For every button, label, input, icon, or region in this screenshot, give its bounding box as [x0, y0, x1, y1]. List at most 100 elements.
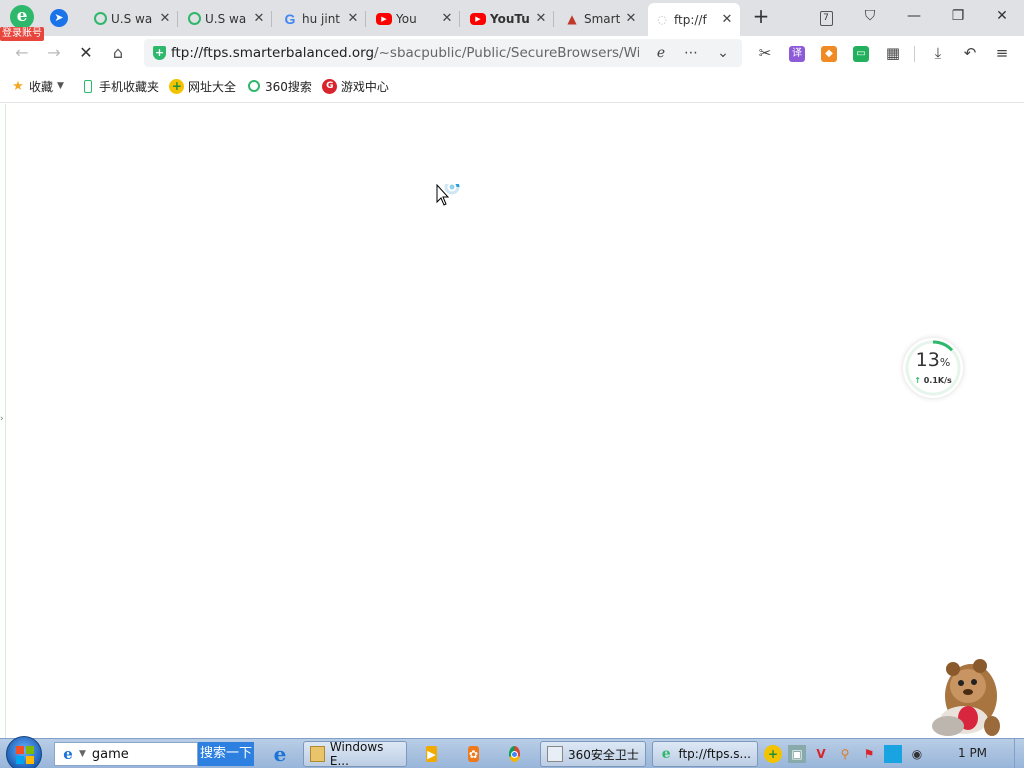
show-desktop-button[interactable]: [1014, 739, 1024, 768]
tab-title: You: [396, 11, 417, 26]
caret-down-icon[interactable]: ▼: [79, 749, 86, 759]
close-icon[interactable]: ✕: [624, 11, 638, 26]
speed-percent: 13%: [903, 349, 963, 371]
search-button[interactable]: 搜索一下: [198, 742, 254, 766]
security-shield-icon[interactable]: +: [153, 46, 166, 60]
bookmark-site-nav[interactable]: + 网址大全: [169, 78, 236, 95]
busy-cursor-icon: [436, 184, 460, 206]
bookmark-360-search[interactable]: 360搜索: [246, 78, 312, 95]
percent-value: 13: [915, 349, 940, 371]
taskbar-360-security[interactable]: 360安全卫士: [540, 741, 646, 767]
tab-separator: [177, 11, 178, 27]
download-icon[interactable]: ⤓: [926, 41, 950, 65]
ie-compat-mode-icon[interactable]: ℯ: [650, 42, 672, 64]
undo-icon[interactable]: ↶: [958, 41, 982, 65]
taskbar-item-label: Windows E...: [329, 740, 384, 768]
taskbar-ftp-browser[interactable]: e ftp://ftps.s...: [652, 741, 758, 767]
pinned-tab-send-icon[interactable]: ➤: [50, 9, 68, 27]
tab-title: Smart: [584, 11, 620, 26]
loading-icon: ◌: [657, 13, 667, 26]
paw-icon: ✿: [468, 746, 479, 762]
close-icon[interactable]: ✕: [534, 11, 548, 26]
qihoo-search-icon: [246, 78, 262, 94]
tab-separator: [553, 11, 554, 27]
clock[interactable]: 1 PM: [958, 746, 987, 760]
tray-app-icon[interactable]: ▣: [788, 745, 806, 763]
smarter-balanced-icon: ▲: [567, 11, 577, 26]
tab-ftp-active[interactable]: ◌ ftp://f ✕: [648, 3, 740, 36]
tab-youtube-2[interactable]: ▶ YouTu ✕: [464, 5, 554, 32]
close-icon[interactable]: ✕: [720, 12, 734, 27]
skin-shirt-icon[interactable]: ⛉: [848, 0, 892, 34]
percent-sign: %: [939, 356, 951, 369]
home-button[interactable]: ⌂: [106, 41, 130, 65]
new-tab-button[interactable]: +: [750, 6, 772, 28]
close-window-button[interactable]: ✕: [980, 0, 1024, 34]
more-options-icon[interactable]: ⋯: [680, 42, 702, 64]
arrow-up-icon: ↑: [914, 376, 921, 385]
start-button[interactable]: [6, 736, 42, 768]
url-path: /~sbacpublic/Public/SecureBrowsers/Windo…: [374, 45, 639, 61]
display-icon[interactable]: [884, 745, 902, 763]
scissors-icon[interactable]: ✂: [753, 41, 777, 65]
tab-smarter-balanced[interactable]: ▲ Smart ✕: [558, 5, 644, 32]
address-bar[interactable]: + ftp://ftps.smarterbalanced.org/~sbacpu…: [144, 39, 742, 67]
taskbar-windows-explorer[interactable]: Windows E...: [303, 740, 407, 768]
search-tray-icon[interactable]: ⚲: [836, 745, 854, 763]
page-content: [0, 104, 1024, 738]
chevron-down-icon[interactable]: ⌄: [712, 42, 734, 64]
menu-icon[interactable]: ≡: [990, 41, 1014, 65]
media-player-button[interactable]: ▶: [420, 741, 448, 767]
reader-icon[interactable]: ▭: [849, 41, 873, 65]
caret-down-icon[interactable]: ▼: [57, 81, 64, 91]
close-icon[interactable]: ✕: [158, 11, 172, 26]
tab-youtube-1[interactable]: ▶ You ✕: [370, 5, 460, 32]
tab-counter-button[interactable]: 7: [804, 0, 848, 34]
bookmark-mobile-favorites[interactable]: 手机收藏夹: [80, 78, 159, 95]
tab-hu-jint[interactable]: G hu jint ✕: [276, 5, 366, 32]
youtube-icon: ▶: [376, 12, 392, 25]
sidebar-edge: [5, 104, 6, 738]
phone-icon: [80, 78, 96, 94]
close-icon[interactable]: ✕: [440, 11, 454, 26]
taskbar-search-box[interactable]: e ▼ game: [54, 742, 198, 766]
speed-widget[interactable]: 13% ↑ 0.1K/s: [903, 338, 963, 398]
restore-button[interactable]: ❐: [936, 0, 980, 34]
tab-title: ftp://f: [674, 12, 707, 27]
bookmark-favorites[interactable]: ★ 收藏 ▼: [10, 78, 70, 95]
search-query[interactable]: game: [92, 747, 129, 762]
desktop-pet-mascot[interactable]: [916, 656, 1006, 742]
game-center-icon: G: [322, 78, 338, 94]
forward-button[interactable]: →: [42, 41, 66, 65]
tab-us-wa-2[interactable]: o U.S wa ✕: [182, 5, 272, 32]
system-tray: + ▣ V ⚲ ⚑ ◉: [764, 744, 932, 764]
taskbar: e ▼ game 搜索一下 e Windows E... ▶ ✿ 360安全卫士…: [0, 736, 1024, 768]
paw-app-button[interactable]: ✿: [462, 741, 490, 767]
address-url[interactable]: ftp://ftps.smarterbalanced.org/~sbacpubl…: [171, 45, 639, 61]
close-icon[interactable]: ✕: [252, 11, 266, 26]
bookmark-game-center[interactable]: G 游戏中心: [322, 78, 389, 95]
v-app-icon[interactable]: V: [812, 745, 830, 763]
stop-loading-button[interactable]: ✕: [74, 41, 98, 65]
flag-icon[interactable]: ⚑: [860, 745, 878, 763]
tab-count: 7: [819, 11, 833, 26]
browser-360-logo-icon[interactable]: e: [10, 5, 34, 29]
tab-us-wa-1[interactable]: o U.S wa ✕: [88, 5, 178, 32]
tab-title: YouTu: [490, 11, 530, 26]
toolbar-divider: [914, 46, 915, 62]
nav-site-icon[interactable]: +: [764, 745, 782, 763]
login-badge[interactable]: 登录账号: [0, 27, 44, 41]
bookmark-label: 网址大全: [187, 79, 236, 94]
game-controller-icon[interactable]: ◆: [817, 41, 841, 65]
volume-icon[interactable]: ◉: [908, 745, 926, 763]
qihoo-search-icon: o: [188, 12, 201, 25]
extensions-grid-icon[interactable]: ▦: [881, 41, 905, 65]
sidebar-expand-icon[interactable]: ›: [0, 414, 4, 424]
back-button[interactable]: ←: [10, 41, 34, 65]
translate-icon[interactable]: 译: [785, 41, 809, 65]
ie-taskbar-button[interactable]: e: [264, 741, 296, 767]
close-icon[interactable]: ✕: [346, 11, 360, 26]
minimize-button[interactable]: —: [892, 0, 936, 34]
tab-separator: [365, 11, 366, 27]
chrome-button[interactable]: [503, 741, 531, 767]
